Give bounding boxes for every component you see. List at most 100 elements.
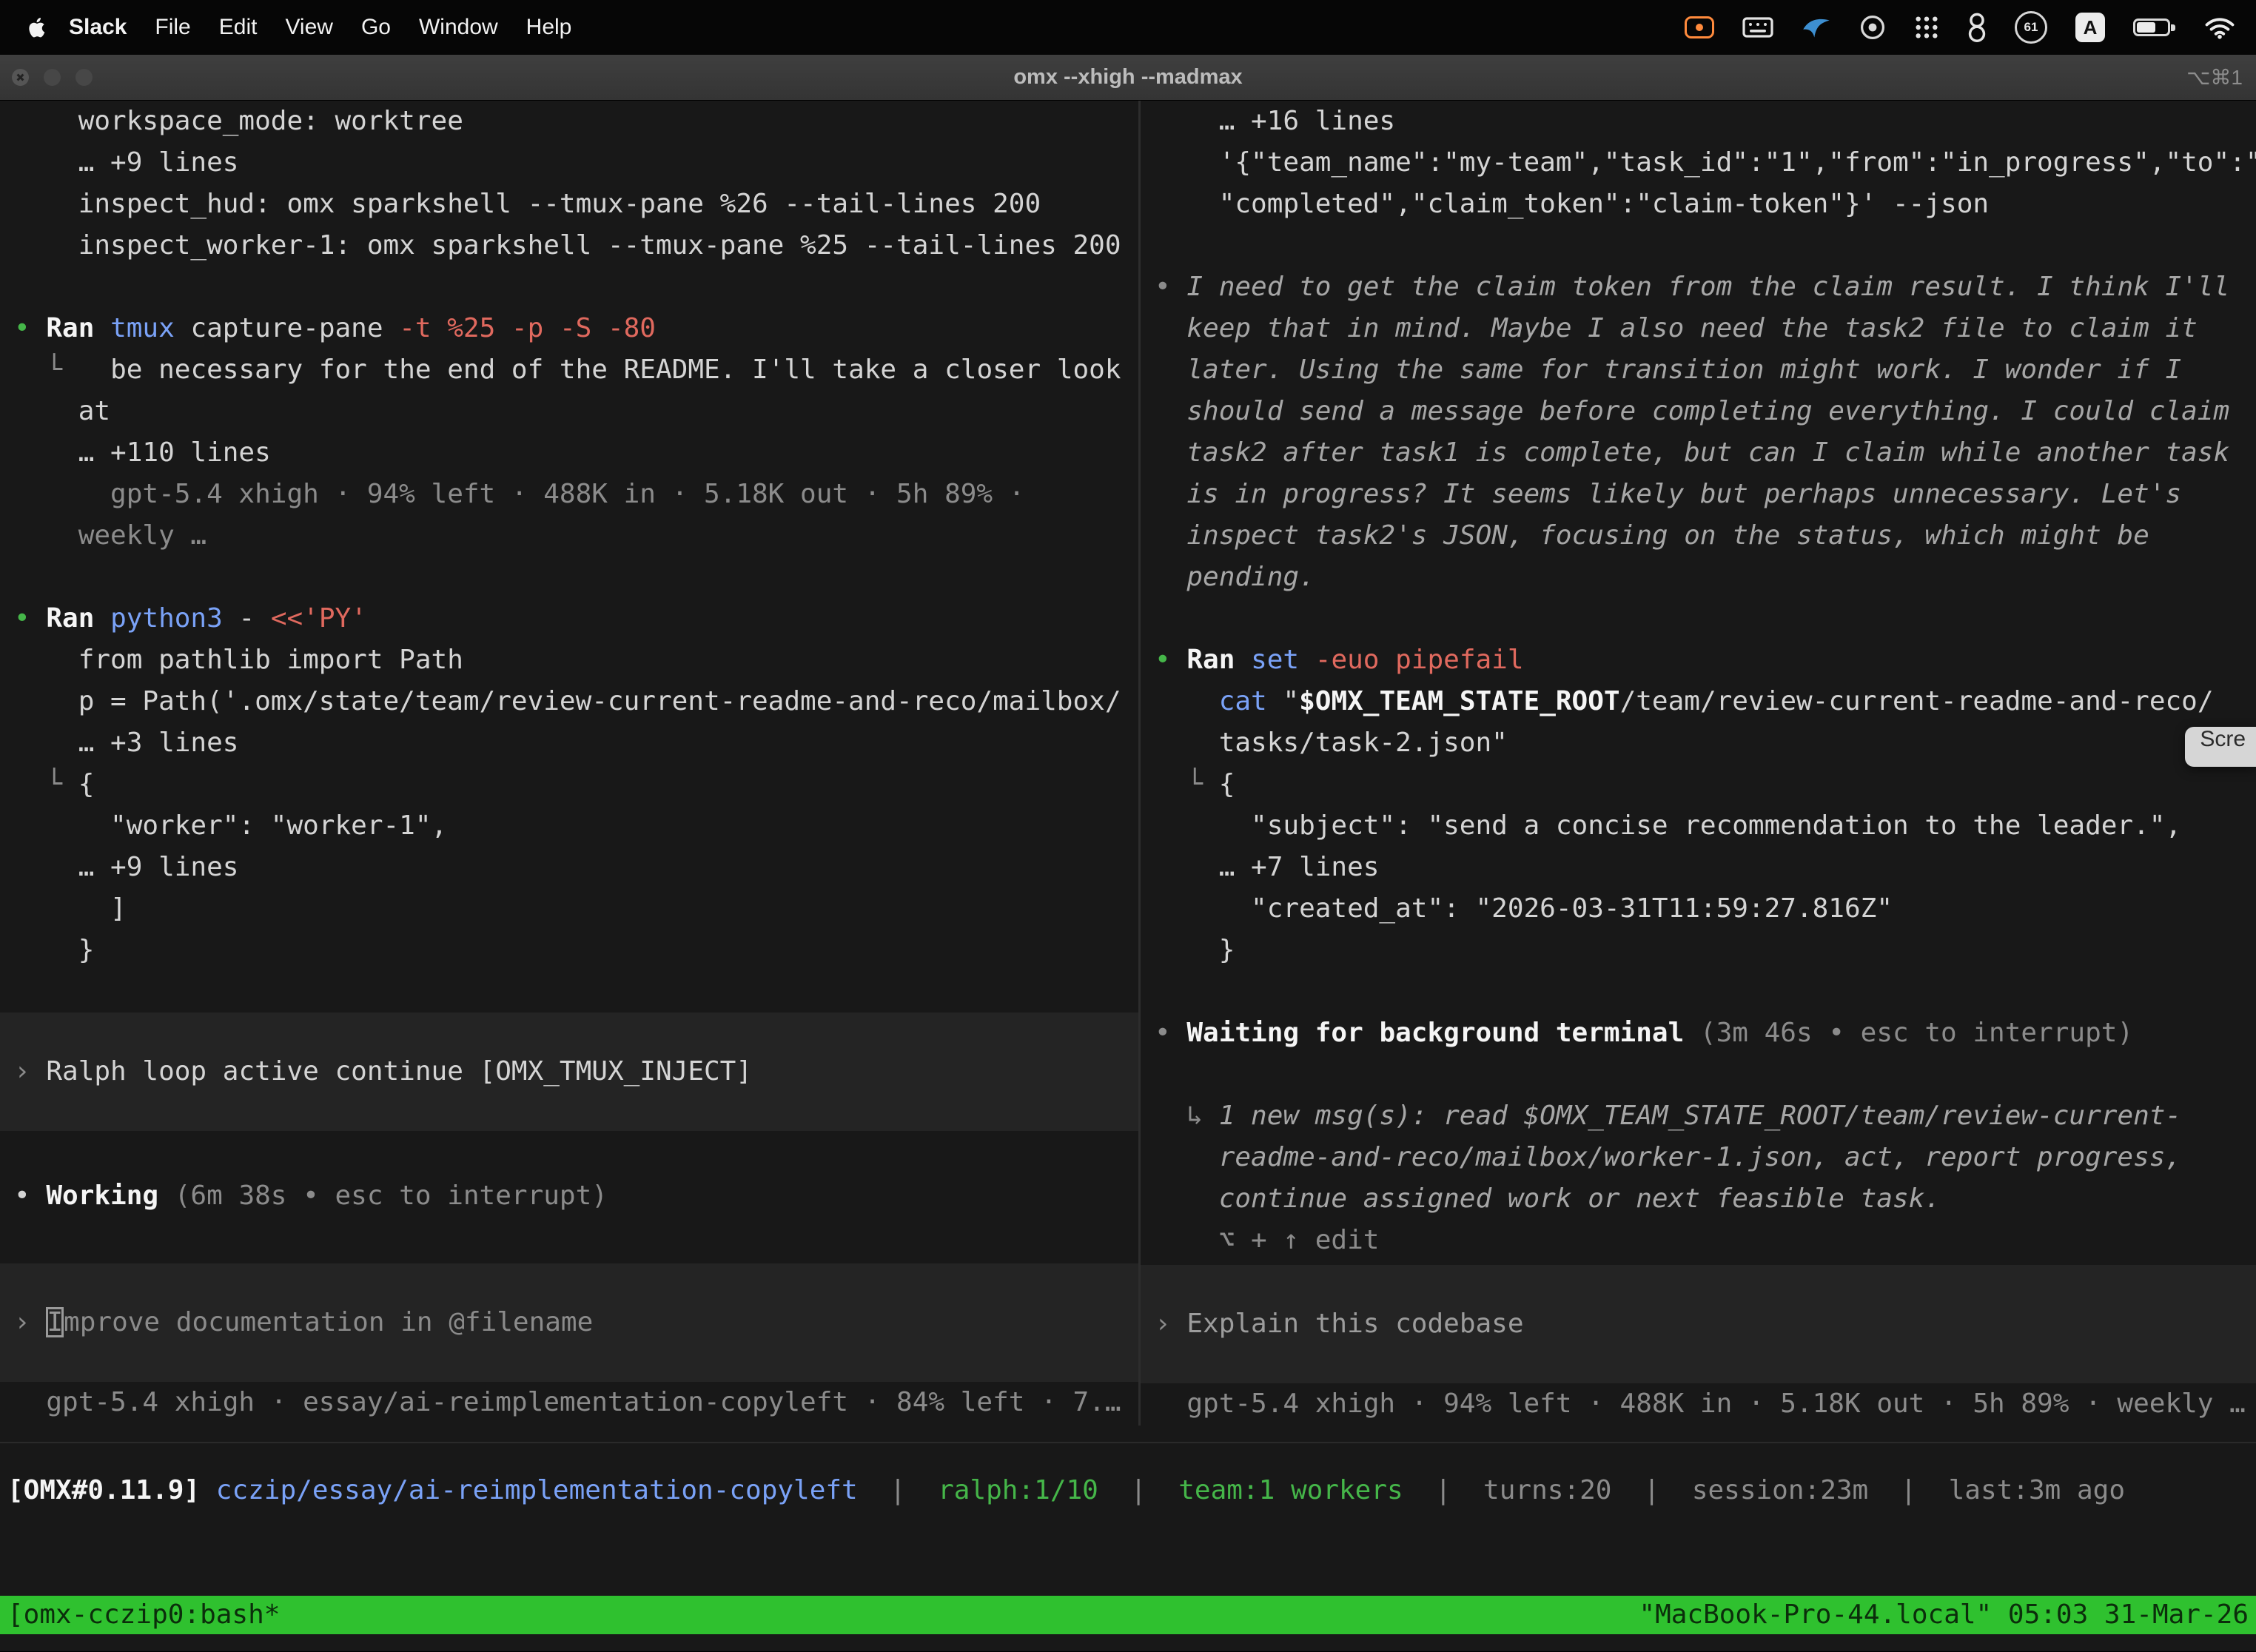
text-segment: … +9 lines — [14, 852, 238, 882]
terminal-line: "created_at": "2026-03-31T11:59:27.816Z" — [1141, 888, 2256, 930]
text-segment: Ran — [46, 313, 110, 343]
text-segment: cczip/essay/ai-reimplementation-copyleft — [216, 1475, 858, 1505]
text-segment: … +110 lines — [14, 437, 271, 468]
swallow-app-icon[interactable] — [1802, 16, 1831, 38]
text-segment: '{"team_name":"my-team","task_id":"1","f… — [1155, 147, 2256, 178]
prompt-bar[interactable]: › Improve documentation in @filename — [0, 1263, 1138, 1382]
text-segment: } — [1155, 935, 1235, 965]
text-segment: tasks/task-2.json" — [1155, 728, 1508, 758]
terminal-line: "completed","claim_token":"claim-token"}… — [1141, 184, 2256, 225]
text-segment: p = Path('.omx/state/team/review-current… — [14, 686, 1121, 716]
close-button[interactable] — [12, 69, 29, 86]
terminal-line: continue assigned work or next feasible … — [1141, 1178, 2256, 1220]
stats-app-icon[interactable] — [1967, 12, 1987, 43]
text-segment: gpt-5.4 xhigh · 94% left · 488K in · 5.1… — [14, 479, 1024, 509]
terminal-line: "subject": "send a concise recommendatio… — [1141, 805, 2256, 847]
text-segment: gpt-5.4 xhigh · 94% left · 488K in · 5.1… — [1155, 1389, 2246, 1419]
menu-bar: Slack File Edit View Go Window Help — [0, 0, 2256, 55]
menu-item-edit[interactable]: Edit — [205, 15, 272, 40]
text-segment: › — [14, 1056, 46, 1087]
text-segment: … +7 lines — [1155, 852, 1379, 882]
terminal-line: • Waiting for background terminal (3m 46… — [1141, 1013, 2256, 1054]
terminal-line: gpt-5.4 xhigh · essay/ai-reimplementatio… — [0, 1382, 1138, 1423]
text-segment: -t %25 -p -S -80 — [399, 313, 656, 343]
terminal-line: • I need to get the claim token from the… — [1141, 266, 2256, 308]
input-source-icon[interactable]: A — [2075, 13, 2105, 42]
text-segment: weekly … — [14, 520, 207, 551]
terminal-app-icon[interactable] — [1859, 14, 1886, 41]
terminal-line — [1141, 971, 2256, 1013]
terminal-line — [1141, 1054, 2256, 1095]
text-segment: └ — [46, 769, 62, 799]
menu-item-slack[interactable]: Slack — [55, 15, 141, 40]
text-segment: capture-pane — [175, 313, 399, 343]
text-segment: (6m 38s • esc to interrupt) — [175, 1181, 608, 1211]
terminal-line: should send a message before completing … — [1141, 391, 2256, 432]
battery-percentage-icon[interactable]: 61 — [2015, 11, 2047, 44]
text-segment: set — [1251, 645, 1299, 675]
text-segment: "created_at": "2026-03-31T11:59:27.816Z" — [1155, 893, 1893, 924]
zoom-button[interactable] — [75, 69, 93, 86]
tmux-session-window[interactable]: [omx-cczip0:bash* — [7, 1596, 280, 1634]
text-segment: Waiting for background terminal — [1186, 1018, 1700, 1048]
keyboard-icon[interactable] — [1742, 16, 1773, 39]
prompt-bar[interactable]: › Ralph loop active continue [OMX_TMUX_I… — [0, 1013, 1138, 1131]
screen-record-icon[interactable] — [1685, 16, 1714, 38]
menu-item-help[interactable]: Help — [512, 15, 586, 40]
text-segment: … +16 lines — [1155, 106, 1395, 136]
apple-menu-icon[interactable] — [18, 16, 55, 40]
text-segment: later. Using the same for transition mig… — [1155, 355, 2181, 385]
terminal-line: readme-and-reco/mailbox/worker-1.json, a… — [1141, 1137, 2256, 1178]
terminal-line: … +110 lines — [0, 432, 1138, 474]
terminal-line: pending. — [1141, 557, 2256, 598]
menu-bar-left: Slack File Edit View Go Window Help — [18, 15, 585, 40]
text-segment: "subject": "send a concise recommendatio… — [1155, 810, 2181, 841]
terminal-line: p = Path('.omx/state/team/review-current… — [0, 681, 1138, 722]
text-segment: cat — [1219, 686, 1267, 716]
terminal-line — [0, 971, 1138, 1013]
text-segment — [1155, 769, 1186, 799]
terminal-pane-right[interactable]: … +16 lines '{"team_name":"my-team","tas… — [1141, 101, 2256, 1426]
text-segment: • — [14, 1181, 46, 1211]
spacer — [0, 1131, 1138, 1175]
text-segment: /team/review-current-readme-and-reco/ — [1620, 686, 2214, 716]
text-segment: Explain this codebase — [1186, 1309, 1523, 1339]
window-controls — [12, 69, 93, 86]
text-segment: Ran — [46, 603, 110, 634]
prompt-bar[interactable]: › Explain this codebase — [1141, 1265, 2256, 1383]
text-segment: | — [1403, 1475, 1483, 1505]
window-title: omx --xhigh --madmax — [1013, 65, 1242, 90]
terminal-line: ] — [0, 888, 1138, 930]
text-segment: be necessary for the end of the README. … — [62, 355, 1121, 385]
text-segment: <<'PY' — [271, 603, 367, 634]
minimize-button[interactable] — [44, 69, 61, 86]
text-segment: ] — [14, 893, 127, 924]
terminal-line: • Working (6m 38s • esc to interrupt) — [0, 1175, 1138, 1217]
menu-item-view[interactable]: View — [271, 15, 346, 40]
terminal-line: cat "$OMX_TEAM_STATE_ROOT/team/review-cu… — [1141, 681, 2256, 722]
terminal-pane-left[interactable]: workspace_mode: worktree … +9 lines insp… — [0, 101, 1138, 1426]
terminal-line: … +3 lines — [0, 722, 1138, 764]
text-segment: pending. — [1155, 562, 1315, 592]
tmux-host-clock: "MacBook-Pro-44.local" 05:03 31-Mar-26 — [1639, 1596, 2249, 1634]
dots-grid-icon[interactable] — [1914, 15, 1939, 40]
notification-tooltip[interactable]: Scre — [2185, 727, 2256, 767]
terminal-line: gpt-5.4 xhigh · 94% left · 488K in · 5.1… — [1141, 1383, 2256, 1425]
text-segment: tmux — [110, 313, 175, 343]
text-segment: -euo pipefail — [1299, 645, 1523, 675]
text-segment: task2 after task1 is complete, but can I… — [1155, 437, 2229, 468]
text-segment: inspect task2's JSON, focusing on the st… — [1155, 520, 2149, 551]
menu-item-file[interactable]: File — [141, 15, 204, 40]
window-title-bar[interactable]: omx --xhigh --madmax ⌥⌘1 — [0, 55, 2256, 101]
wifi-icon[interactable] — [2204, 16, 2235, 39]
text-segment: { — [62, 769, 94, 799]
battery-icon[interactable] — [2133, 19, 2176, 36]
tmux-status-bar: [omx-cczip0:bash* "MacBook-Pro-44.local"… — [0, 1596, 2256, 1634]
terminal-line: workspace_mode: worktree — [0, 101, 1138, 142]
text-segment — [14, 355, 46, 385]
text-segment: workspace_mode: worktree — [14, 106, 463, 136]
terminal-line: ⌥ + ↑ edit — [1141, 1220, 2256, 1261]
text-segment: "completed","claim_token":"claim-token"}… — [1155, 189, 1989, 219]
menu-item-go[interactable]: Go — [347, 15, 405, 40]
menu-item-window[interactable]: Window — [405, 15, 512, 40]
